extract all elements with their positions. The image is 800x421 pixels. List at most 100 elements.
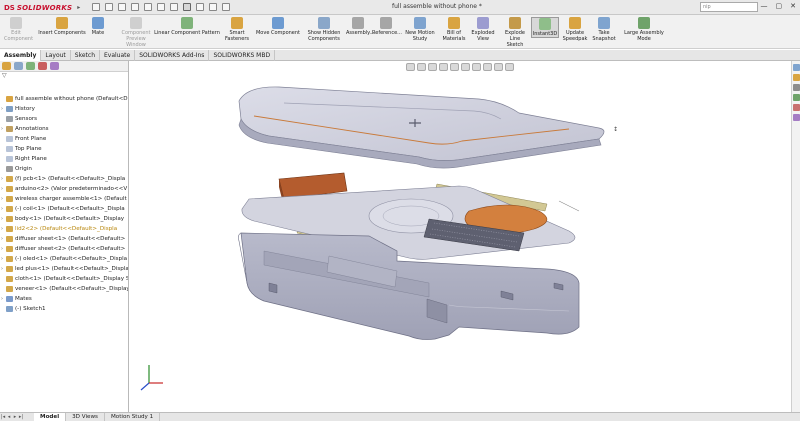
expand-arrow-icon[interactable]: ›: [1, 104, 5, 114]
tree-node[interactable]: › body<1> (Default<<Default>_Display: [0, 214, 128, 224]
lid-part[interactable]: [238, 86, 605, 169]
tree-node[interactable]: Front Plane: [0, 134, 128, 144]
tree-node[interactable]: Top Plane: [0, 144, 128, 154]
home-icon[interactable]: [92, 3, 100, 11]
expand-arrow-icon[interactable]: ›: [1, 294, 5, 304]
quick-access-toolbar: [92, 3, 230, 11]
help-search-input[interactable]: nip: [700, 2, 758, 12]
explode-line-sketch-button[interactable]: Explode Line Sketch: [501, 17, 529, 48]
expand-arrow-icon[interactable]: ›: [1, 184, 5, 194]
move-component-button[interactable]: Move Component: [252, 17, 304, 36]
mate-button[interactable]: Mate: [90, 17, 106, 36]
new-motion-study-button[interactable]: New Motion Study: [402, 17, 438, 42]
bottom-tab-model[interactable]: Model: [34, 412, 67, 421]
smart-fasteners-button[interactable]: Smart Fasteners: [224, 17, 250, 42]
bill-of-materials-button[interactable]: Bill of Materials: [442, 17, 466, 42]
linear-component-pattern-button[interactable]: Linear Component Pattern: [152, 17, 222, 36]
feature-tree-icon[interactable]: [2, 62, 11, 70]
update-speedpak-button[interactable]: Update Speedpak: [562, 17, 588, 42]
tree-node[interactable]: › History: [0, 104, 128, 114]
tree-node[interactable]: › diffuser sheet<2> (Default<<Default>: [0, 244, 128, 254]
tab-sketch[interactable]: Sketch: [71, 50, 100, 61]
redo-icon[interactable]: [170, 3, 178, 11]
expand-arrow-icon[interactable]: ›: [1, 204, 5, 214]
property-manager-icon[interactable]: [14, 62, 23, 70]
expand-arrow-icon[interactable]: ›: [1, 174, 5, 184]
edit-component-button[interactable]: Edit Component: [4, 17, 33, 42]
open-icon[interactable]: [118, 3, 126, 11]
close-icon[interactable]: ✕: [790, 2, 796, 10]
bottom-tab-3d-views[interactable]: 3D Views: [66, 412, 105, 421]
tab-assembly[interactable]: Assembly: [0, 50, 42, 61]
display-manager-icon[interactable]: [50, 62, 59, 70]
tab-evaluate[interactable]: Evaluate: [100, 50, 136, 61]
tree-node[interactable]: (-) Sketch1: [0, 304, 128, 314]
tree-node[interactable]: › (-) oled<1> (Default<<Default>_Displa: [0, 254, 128, 264]
tab-solidworks-add-ins[interactable]: SOLIDWORKS Add-Ins: [135, 50, 210, 61]
expand-arrow-icon[interactable]: ›: [1, 124, 5, 134]
tree-node[interactable]: › (f) pcb<1> (Default<<Default>_Displa: [0, 174, 128, 184]
tree-node[interactable]: › lid2<2> (Default<<Default>_Displa: [0, 224, 128, 234]
solidworks-resources-icon[interactable]: [792, 64, 800, 71]
tree-node[interactable]: › diffuser sheet<1> (Default<<Default>: [0, 234, 128, 244]
exploded-view-button[interactable]: Exploded View: [471, 17, 495, 42]
expand-arrow-icon[interactable]: ›: [1, 194, 5, 204]
reference-button[interactable]: Reference...: [372, 17, 402, 36]
insert-components-button[interactable]: Insert Components: [37, 17, 87, 36]
solidworks-logo[interactable]: DS SOLIDWORKS ▸: [4, 2, 80, 13]
minimize-icon[interactable]: —: [761, 2, 768, 10]
dimxpert-icon[interactable]: [38, 62, 47, 70]
tree-node[interactable]: › (-) coil<1> (Default<<Default>_Displa: [0, 204, 128, 214]
undo-icon[interactable]: [157, 3, 165, 11]
tree-node[interactable]: full assemble without phone (Default<Dis…: [0, 94, 128, 104]
appearances-icon[interactable]: [792, 104, 800, 111]
tree-node[interactable]: cloth<1> (Default<<Default>_Display S: [0, 274, 128, 284]
component-preview-window-button[interactable]: Component Preview Window: [118, 17, 154, 48]
graphics-viewport[interactable]: ↕: [129, 61, 791, 412]
view-palette-icon[interactable]: [792, 94, 800, 101]
filter-icon[interactable]: ▽: [0, 72, 128, 81]
configuration-manager-icon[interactable]: [26, 62, 35, 70]
file-properties-icon[interactable]: [209, 3, 217, 11]
maximize-icon[interactable]: ▢: [776, 2, 783, 10]
tree-node[interactable]: veneer<1> (Default<<Default>_Display: [0, 284, 128, 294]
custom-properties-icon[interactable]: [792, 114, 800, 121]
expand-arrow-icon[interactable]: ›: [1, 234, 5, 244]
file-explorer-icon[interactable]: [792, 84, 800, 91]
menu-arrow-icon[interactable]: ▸: [77, 4, 80, 11]
expand-arrow-icon[interactable]: ›: [1, 264, 5, 274]
tree-node[interactable]: Origin: [0, 164, 128, 174]
tree-node[interactable]: Right Plane: [0, 154, 128, 164]
tree-node[interactable]: › arduino<2> (Valor predeterminado<<V: [0, 184, 128, 194]
take-snapshot-button[interactable]: Take Snapshot: [591, 17, 617, 42]
tab-layout[interactable]: Layout: [41, 50, 71, 61]
tree-node[interactable]: › wireless charger assemble<1> (Default: [0, 194, 128, 204]
tree-node[interactable]: › Mates: [0, 294, 128, 304]
expand-arrow-icon[interactable]: ›: [1, 214, 5, 224]
new-document-icon[interactable]: [105, 3, 113, 11]
tree-node[interactable]: › led plus<1> (Default<<Default>_Displa: [0, 264, 128, 274]
options-gear-icon[interactable]: [222, 3, 230, 11]
assembly-button[interactable]: Assembly...: [346, 17, 374, 36]
tree-node-label: wireless charger assemble<1> (Default: [15, 196, 127, 202]
show-hidden-components-button[interactable]: Show Hidden Components: [306, 17, 342, 42]
expand-arrow-icon[interactable]: ›: [1, 254, 5, 264]
print-icon[interactable]: [144, 3, 152, 11]
tab-solidworks-mbd[interactable]: SOLIDWORKS MBD: [209, 50, 276, 61]
design-library-icon[interactable]: [792, 74, 800, 81]
tree-node[interactable]: Sensors: [0, 114, 128, 124]
save-icon[interactable]: [131, 3, 139, 11]
exploded-assembly-model[interactable]: ↕: [129, 61, 791, 412]
part-icon: [6, 216, 13, 222]
tree-node-label: veneer<1> (Default<<Default>_Display: [15, 286, 128, 292]
bottom-tab-motion-study-1[interactable]: Motion Study 1: [105, 412, 161, 421]
expand-arrow-icon[interactable]: ›: [1, 224, 5, 234]
instant3d-button[interactable]: Instant3D: [531, 17, 559, 38]
large-assembly-mode-button[interactable]: Large Assembly Mode: [620, 17, 668, 42]
select-icon[interactable]: [183, 3, 191, 11]
last-tab-arrow-icon[interactable]: ▸|: [18, 414, 24, 420]
rebuild-icon[interactable]: [196, 3, 204, 11]
tree-node[interactable]: › Annotations: [0, 124, 128, 134]
linear-pattern-icon: [181, 17, 193, 29]
expand-arrow-icon[interactable]: ›: [1, 244, 5, 254]
